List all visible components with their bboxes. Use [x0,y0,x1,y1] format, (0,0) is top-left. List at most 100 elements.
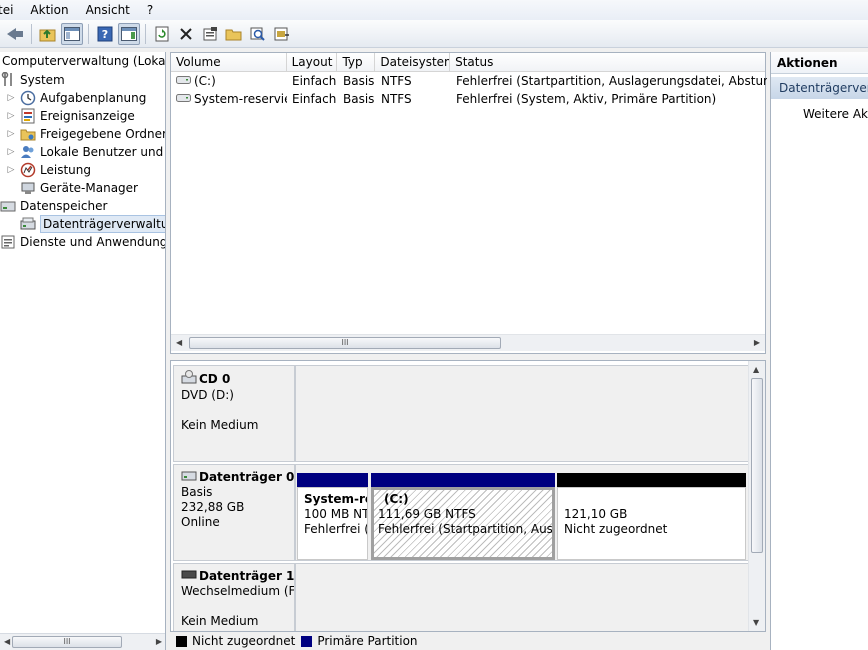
tree-item-ereignisanzeige[interactable]: ▷ Ereignisanzeige [6,107,135,125]
legend-swatch [176,635,187,647]
partition-system-reserved[interactable]: System-re 100 MB NT Fehlerfrei (S [297,473,368,560]
scroll-up-icon[interactable]: ▲ [753,365,759,374]
legend-item-unallocated: Nicht zugeordnet [176,634,295,648]
cd-drive-icon [181,370,197,388]
menu-file[interactable]: tei [0,0,22,20]
volume-layout: Einfach [292,92,337,106]
disk-name: Datenträger 0 [199,469,294,484]
legend-label: Nicht zugeordnet [192,634,296,648]
up-folder-icon[interactable] [37,23,59,45]
actions-more-link[interactable]: Weitere Akti [771,105,868,123]
scroll-right-icon[interactable]: ▶ [754,338,760,347]
disk-drive: DVD (D:) [181,388,234,402]
disk-size: 232,88 GB [181,500,245,514]
expand-icon[interactable]: ▷ [6,125,16,143]
scroll-thumb[interactable]: III [189,337,501,349]
search-icon[interactable] [247,23,269,45]
show-actions-icon[interactable] [118,22,140,45]
menu-view[interactable]: Ansicht [78,0,139,20]
tree-item-label: Computerverwaltung (Lokal) [2,54,166,68]
tools-icon [0,72,16,88]
expand-icon[interactable]: ▷ [6,89,16,107]
column-header-dateisystem[interactable]: Dateisystem [375,53,451,71]
open-folder-icon[interactable] [223,23,245,45]
toolbar: ? [0,20,868,48]
tree-item-label: Lokale Benutzer und Gru [40,145,165,159]
properties-icon[interactable] [199,23,221,45]
disk-label-disk0[interactable]: Datenträger 0 Basis 232,88 GB Online [173,464,295,561]
removable-disk-icon [181,568,197,584]
tree-item-benutzer[interactable]: ▷ Lokale Benutzer und Gru [6,143,165,161]
expand-icon[interactable]: ▷ [6,161,16,179]
scroll-left-icon[interactable]: ◀ [176,338,182,347]
disk-label-disk1[interactable]: Datenträger 1 Wechselmedium (F: Kein Med… [173,563,295,631]
partition-unallocated[interactable]: 121,10 GB Nicht zugeordnet [557,473,746,560]
column-header-volume[interactable]: Volume [171,53,287,71]
legend-swatch [301,635,313,647]
partition-name: (C:) [384,492,409,506]
partition-status: Fehlerfrei (S [304,522,367,536]
volume-name: (C:) [194,74,216,88]
volume-typ: Basis [343,92,375,106]
tree-horizontal-scrollbar[interactable]: ◀ III ▶ [0,633,165,650]
back-arrow-icon[interactable] [4,23,26,45]
users-icon [20,144,36,160]
partition-status: Fehlerfrei (Startpartition, Auslage [378,522,553,536]
drive-icon [176,90,191,108]
disk-area-cd0 [295,365,765,462]
hard-disk-icon [181,469,197,485]
actions-title: Aktionen [771,52,868,74]
volume-layout: Einfach [292,74,337,88]
expand-icon[interactable]: ▷ [6,107,16,125]
tree-item-aufgabenplanung[interactable]: ▷ Aufgabenplanung [6,89,146,107]
volume-horizontal-scrollbar[interactable]: ◀ III ▶ [171,334,765,351]
menu-action[interactable]: Aktion [22,0,77,20]
volume-filesystem: NTFS [381,74,412,88]
table-row[interactable]: System-reserviert Einfach Basis NTFS Feh… [171,90,767,108]
help-icon[interactable]: ? [94,23,116,45]
partition-name: System-re [304,492,368,506]
disk-graphical-view: CD 0 DVD (D:) Kein Medium Datenträger 0 … [170,360,766,632]
tree-item-freigaben[interactable]: ▷ Freigegebene Ordner [6,125,166,143]
scroll-thumb[interactable]: III [12,636,122,648]
column-header-layout[interactable]: Layout [287,53,338,71]
tree-item-datenspeicher[interactable]: Datenspeicher [0,197,107,215]
show-tree-icon[interactable] [61,22,83,45]
legend-label: Primäre Partition [317,634,418,648]
tree-item-root[interactable]: Computerverwaltung (Lokal) [2,52,166,70]
scroll-left-icon[interactable]: ◀ [4,637,10,646]
scroll-thumb[interactable] [751,378,763,553]
tree-item-leistung[interactable]: ▷ Leistung [6,161,91,179]
tree-item-system[interactable]: System [0,71,65,89]
table-row[interactable]: (C:) Einfach Basis NTFS Fehlerfrei (Star… [171,72,767,90]
menu-help[interactable]: ? [139,0,162,20]
navigation-tree: Computerverwaltung (Lokal) System ▷ Aufg… [0,52,166,650]
tree-item-dienste[interactable]: Dienste und Anwendungen [0,233,165,251]
scroll-right-icon[interactable]: ▶ [156,637,162,646]
delete-icon[interactable] [175,23,197,45]
tree-item-label: Aufgabenplanung [40,91,147,105]
scroll-down-icon[interactable]: ▼ [753,618,759,627]
refresh-icon[interactable] [151,23,173,45]
export-icon[interactable] [271,23,293,45]
legend: Nicht zugeordnet Primäre Partition [170,632,766,650]
disk-name: CD 0 [199,371,231,386]
disk-area-disk0: System-re 100 MB NT Fehlerfrei (S (C:) 1… [295,464,751,561]
tree-item-geraete[interactable]: Geräte-Manager [20,179,138,197]
tree-item-label: Freigegebene Ordner [40,127,166,141]
actions-pane: Aktionen Datenträgerverwa Weitere Akti [770,52,868,650]
column-header-typ[interactable]: Typ [337,53,376,71]
volume-status: Fehlerfrei (System, Aktiv, Primäre Parti… [456,92,717,106]
column-header-status[interactable]: Status [450,53,765,71]
disk-state: Online [181,515,220,529]
disk-label-cd0[interactable]: CD 0 DVD (D:) Kein Medium [173,365,295,462]
partition-c[interactable]: (C:) 111,69 GB NTFS Fehlerfrei (Startpar… [371,473,555,560]
expand-icon[interactable]: ▷ [6,143,16,161]
shared-folder-icon [20,126,36,142]
disk-vertical-scrollbar[interactable]: ▲ ▼ [748,361,765,631]
actions-section-datentraegerverwaltung[interactable]: Datenträgerverwa [771,77,868,99]
tree-item-datentraeger[interactable]: Datenträgerverwaltung [20,215,165,233]
tree-item-label: Geräte-Manager [40,181,138,195]
partition-size: 111,69 GB NTFS [378,507,476,521]
disk-media-status: Kein Medium [181,418,259,432]
